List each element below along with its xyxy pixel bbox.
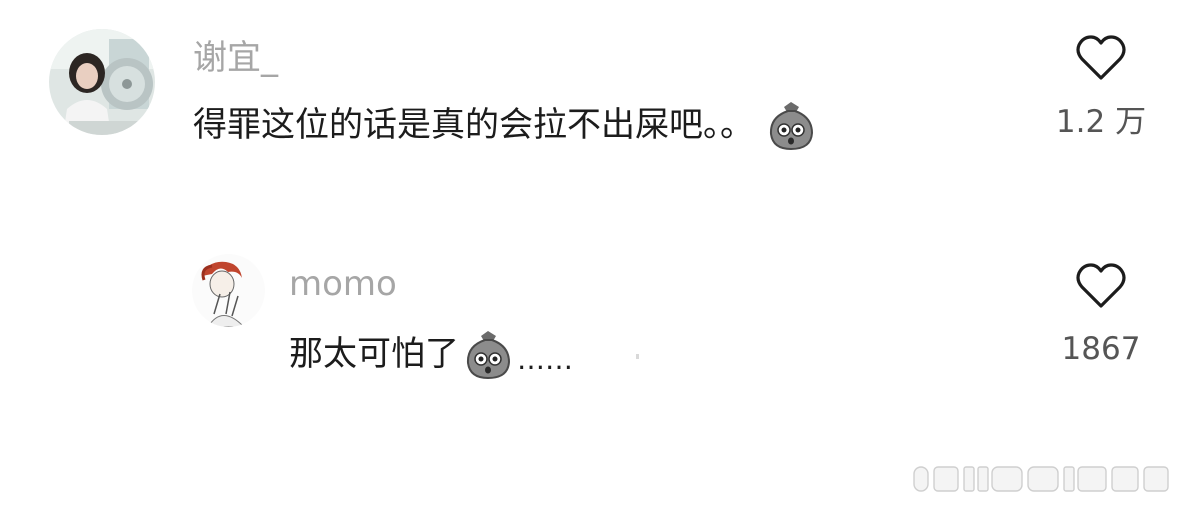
avatar[interactable] — [49, 29, 155, 135]
comment-ellipsis: …… — [517, 343, 573, 376]
shocked-sack-emoji-icon — [466, 331, 511, 380]
heart-icon[interactable] — [1075, 262, 1127, 310]
heart-icon[interactable] — [1075, 34, 1127, 82]
like-count: 1867 — [1061, 331, 1141, 367]
username[interactable]: momo — [289, 264, 397, 304]
comment-text: 得罪这位的话是真的会拉不出屎吧。。 — [193, 99, 816, 151]
comment-body: 那太可怕了 — [289, 334, 459, 374]
comment-text: 那太可怕了 …… — [289, 328, 573, 380]
like-count: 1.2 万 — [1055, 104, 1147, 140]
comment-body: 得罪这位的话是真的会拉不出屎吧。。 — [193, 105, 754, 145]
avatar[interactable] — [192, 254, 265, 327]
watermark-logo — [913, 466, 1169, 492]
username[interactable]: 谢宜_ — [193, 38, 278, 78]
shocked-sack-emoji-icon — [769, 102, 814, 151]
artifact-mark — [636, 354, 639, 359]
